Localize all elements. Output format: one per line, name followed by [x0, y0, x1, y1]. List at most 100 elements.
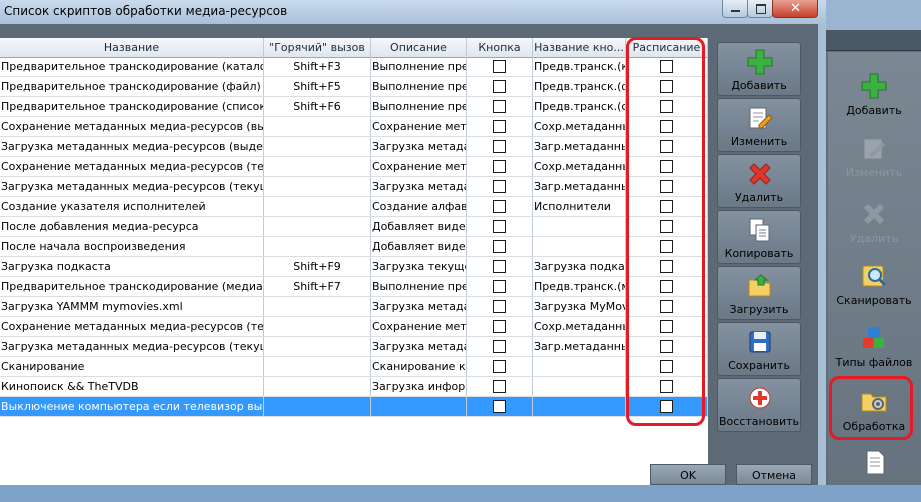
cell-description: Загрузка метадан — [371, 297, 467, 316]
cell-button — [467, 377, 533, 396]
cell-name: Сохранение метаданных медиа-ресурсов (те… — [0, 157, 264, 176]
background-app-titlebar — [818, 0, 921, 30]
delete-x-icon — [749, 163, 771, 185]
cell-button-name: Загрузка MyMovi — [533, 297, 626, 316]
button-checkbox[interactable] — [493, 359, 506, 373]
button-checkbox[interactable] — [493, 99, 506, 113]
button-checkbox[interactable] — [493, 139, 506, 153]
scripts-grid: Название "Горячий" вызов Описание Кнопка… — [0, 38, 708, 485]
cell-name: После добавления медиа-ресурса — [0, 217, 264, 236]
cell-button — [467, 237, 533, 256]
button-checkbox[interactable] — [493, 319, 506, 333]
button-checkbox[interactable] — [493, 279, 506, 293]
cell-button — [467, 97, 533, 116]
cancel-button[interactable]: Отмена — [736, 464, 812, 485]
table-row[interactable]: Выключение компьютера если телевизор вык… — [0, 397, 708, 417]
table-row[interactable]: Предварительное транскодирование (список… — [0, 97, 708, 117]
table-row[interactable]: Кинопоиск && TheTVDB Загрузка информ — [0, 377, 708, 397]
cell-description: Сохранение метад — [371, 117, 467, 136]
cell-name: Предварительное транскодирование (список… — [0, 97, 264, 116]
column-header-button-name[interactable]: Название кно... — [533, 38, 626, 57]
cell-hotkey — [264, 377, 371, 396]
button-checkbox[interactable] — [493, 119, 506, 133]
column-header-description[interactable]: Описание — [371, 38, 467, 57]
button-checkbox[interactable] — [493, 259, 506, 273]
edit-button[interactable]: Изменить — [717, 98, 801, 152]
table-row[interactable]: Загрузка подкаста Shift+F9 Загрузка текуще… — [0, 257, 708, 277]
column-header-hotkey[interactable]: "Горячий" вызов — [264, 38, 371, 57]
cell-button — [467, 137, 533, 156]
column-header-name[interactable]: Название — [0, 38, 264, 57]
cell-description: Загрузка информ — [371, 377, 467, 396]
side-scan-label: Сканировать — [836, 294, 912, 307]
cell-button-name: Сохр.метаданны — [533, 117, 626, 136]
load-button[interactable]: Загрузить — [717, 266, 801, 320]
table-row[interactable]: Загрузка метаданных медиа-ресурсов (теку… — [0, 337, 708, 357]
table-row[interactable]: После добавления медиа-ресурса Добавляет … — [0, 217, 708, 237]
table-row[interactable]: Сохранение метаданных медиа-ресурсов (те… — [0, 317, 708, 337]
button-checkbox[interactable] — [493, 219, 506, 233]
scan-icon — [862, 265, 887, 287]
file-types-icon — [863, 327, 884, 348]
column-header-button[interactable]: Кнопка — [467, 38, 533, 57]
add-button-label: Добавить — [731, 79, 787, 92]
cell-description: Загрузка метадан — [371, 177, 467, 196]
table-row[interactable]: Предварительное транскодирование (файл) S… — [0, 77, 708, 97]
cell-button-name: Сохр.метаданны — [533, 317, 626, 336]
table-row[interactable]: Создание указателя исполнителей Создание … — [0, 197, 708, 217]
save-button[interactable]: Сохранить — [717, 322, 801, 376]
cell-button — [467, 197, 533, 216]
cell-name: Сохранение метаданных медиа-ресурсов (те… — [0, 317, 264, 336]
cell-hotkey: Shift+F5 — [264, 77, 371, 96]
table-row[interactable]: Загрузка метаданных медиа-ресурсов (выде… — [0, 137, 708, 157]
close-icon: ✕ — [790, 1, 801, 16]
table-row[interactable]: Загрузка YAMMM mymovies.xml Загрузка мета… — [0, 297, 708, 317]
cell-hotkey — [264, 357, 371, 376]
close-button[interactable]: ✕ — [772, 0, 818, 18]
button-checkbox[interactable] — [493, 299, 506, 313]
table-row[interactable]: Загрузка метаданных медиа-ресурсов (теку… — [0, 177, 708, 197]
cell-description: Выполнение пред — [371, 97, 467, 116]
save-button-label: Сохранить — [728, 359, 790, 372]
add-button[interactable]: Добавить — [717, 42, 801, 96]
delete-button[interactable]: Удалить — [717, 154, 801, 208]
side-add-button[interactable]: Добавить — [828, 66, 920, 126]
maximize-icon — [756, 4, 766, 14]
restore-button[interactable]: Восстановить — [717, 378, 801, 432]
side-scan-button[interactable]: Сканировать — [828, 256, 920, 316]
maximize-button[interactable] — [747, 0, 773, 18]
button-checkbox[interactable] — [493, 159, 506, 173]
document-icon — [866, 450, 885, 475]
button-checkbox[interactable] — [493, 59, 506, 73]
side-delete-button[interactable]: Удалить — [828, 194, 920, 254]
side-edit-button[interactable]: Изменить — [828, 128, 920, 188]
button-checkbox[interactable] — [493, 179, 506, 193]
table-row[interactable]: После начала воспроизведения Добавляет ви… — [0, 237, 708, 257]
restore-button-label: Восстановить — [719, 415, 799, 428]
table-row[interactable]: Предварительное транскодирование (катало… — [0, 57, 708, 77]
copy-button[interactable]: Копировать — [717, 210, 801, 264]
cell-button — [467, 317, 533, 336]
button-checkbox[interactable] — [493, 399, 506, 413]
cell-description: Сканирование ка — [371, 357, 467, 376]
plus-icon — [861, 73, 887, 99]
folder-open-icon — [748, 274, 771, 297]
cell-hotkey: Shift+F3 — [264, 57, 371, 76]
side-document-button[interactable] — [828, 442, 920, 502]
button-checkbox[interactable] — [493, 79, 506, 93]
button-checkbox[interactable] — [493, 379, 506, 393]
cell-hotkey — [264, 317, 371, 336]
table-row[interactable]: Сохранение метаданных медиа-ресурсов (те… — [0, 157, 708, 177]
button-checkbox[interactable] — [493, 199, 506, 213]
cell-name: Загрузка метаданных медиа-ресурсов (теку… — [0, 177, 264, 196]
button-checkbox[interactable] — [493, 239, 506, 253]
delete-x-icon — [864, 204, 884, 224]
table-row[interactable]: Предварительное транскодирование (медиа-… — [0, 277, 708, 297]
side-file-types-button[interactable]: Типы файлов — [828, 318, 920, 378]
minimize-button[interactable] — [722, 0, 748, 18]
table-row[interactable]: Сохранение метаданных медиа-ресурсов (вы… — [0, 117, 708, 137]
cell-button — [467, 77, 533, 96]
ok-button[interactable]: OK — [650, 464, 726, 485]
table-row[interactable]: Сканирование Сканирование ка — [0, 357, 708, 377]
button-checkbox[interactable] — [493, 339, 506, 353]
